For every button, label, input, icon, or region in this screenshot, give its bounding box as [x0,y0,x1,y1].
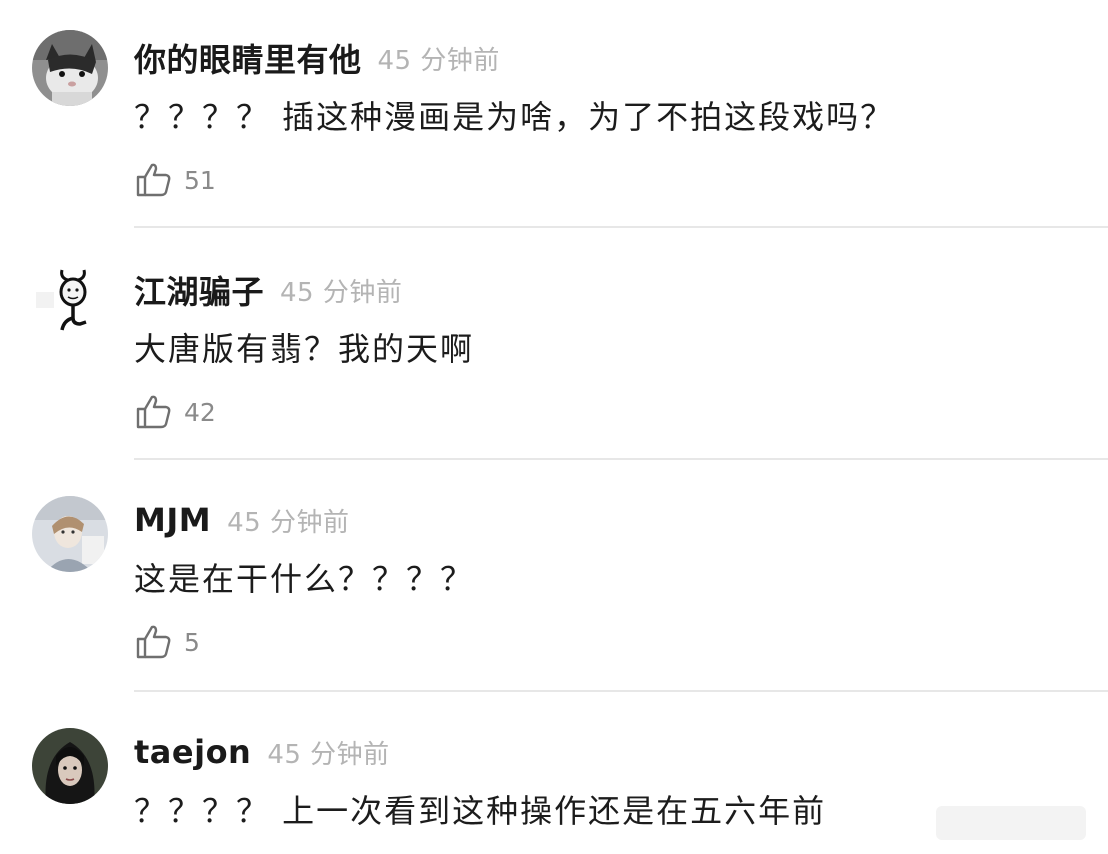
comment-text: 这是在干什么？？？？ [134,560,475,598]
username[interactable]: taejon [134,733,251,771]
comment-text: ？？？？ 插这种漫画是为啥，为了不拍这段戏吗？ [134,98,895,136]
comment-text: ？？？？ 上一次看到这种操作还是在五六年前 [134,792,827,830]
like-button[interactable]: 51 [134,160,216,200]
like-button[interactable]: 5 [134,622,200,662]
avatar[interactable] [32,728,108,804]
avatar[interactable] [32,496,108,572]
avatar[interactable] [32,30,108,106]
photo-avatar-icon [32,496,108,572]
username[interactable]: MJM [134,501,211,539]
comment-header: taejon 45 分钟前 [134,728,390,776]
divider [134,690,1108,692]
divider [134,458,1108,460]
blurred-watermark [936,806,1086,840]
username[interactable]: 你的眼睛里有他 [134,35,362,81]
divider [134,226,1108,228]
thumbs-up-icon [136,395,171,429]
like-button[interactable]: 42 [134,392,216,432]
timestamp: 45 分钟前 [227,507,350,538]
like-count: 5 [184,627,200,657]
username[interactable]: 江湖骗子 [134,267,264,313]
avatar[interactable] [32,264,108,340]
comment-text: 大唐版有翡？我的天啊 [134,330,475,368]
like-count: 51 [184,165,216,195]
comment-header: 江湖骗子 45 分钟前 [134,266,402,314]
thumbs-up-icon [136,625,171,659]
dark-portrait-avatar-icon [32,728,108,804]
comment-header: 你的眼睛里有他 45 分钟前 [134,34,500,82]
timestamp: 45 分钟前 [280,277,403,308]
timestamp: 45 分钟前 [267,739,390,770]
meme-face-avatar-icon [32,264,108,340]
comment-list: 你的眼睛里有他 45 分钟前 ？？？？ 插这种漫画是为啥，为了不拍这段戏吗？ 5… [0,0,1108,854]
cat-avatar-icon [32,30,108,106]
like-count: 42 [184,397,216,427]
thumbs-up-icon [136,163,171,197]
timestamp: 45 分钟前 [377,45,500,76]
comment-header: MJM 45 分钟前 [134,496,349,544]
